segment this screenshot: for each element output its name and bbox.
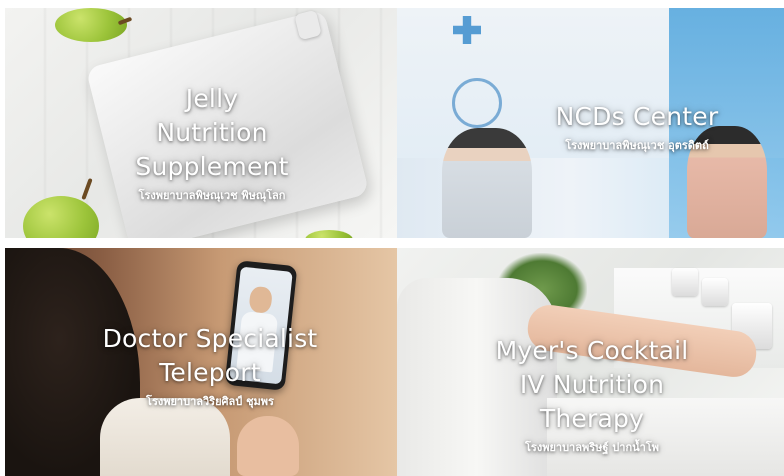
card-title-line: IV Nutrition Therapy xyxy=(519,370,665,433)
card-title-line: Jelly Nutrition xyxy=(156,84,268,147)
card-title-line: NCDs Center xyxy=(555,102,719,131)
promo-card-jelly-nutrition[interactable]: Jelly Nutrition Supplement โรงพยาบาลพิษณ… xyxy=(5,8,397,238)
card-title-line: Myer's Cocktail xyxy=(495,336,689,365)
logo-ring xyxy=(452,78,502,128)
card-title-line: Supplement xyxy=(135,152,289,181)
promo-card-myers-cocktail[interactable]: Myer's Cocktail IV Nutrition Therapy โรง… xyxy=(397,248,784,476)
card-hospital-name: โรงพยาบาลพิษณุเวช อุตรดิตถ์ xyxy=(565,139,709,152)
card-caption: Doctor Specialist Teleport โรงพยาบาลวิริ… xyxy=(100,322,320,410)
waving-hand-image xyxy=(237,416,299,476)
card-hospital-name: โรงพยาบาลพริษฐ์ ปากน้ำโพ xyxy=(525,441,659,454)
doctor-face-image xyxy=(248,285,273,314)
apple-image xyxy=(55,8,127,42)
card-caption: Jelly Nutrition Supplement โรงพยาบาลพิษณ… xyxy=(127,82,297,204)
promo-grid: Jelly Nutrition Supplement โรงพยาบาลพิษณ… xyxy=(0,0,784,476)
card-caption: Myer's Cocktail IV Nutrition Therapy โรง… xyxy=(467,334,717,456)
card-title-line: Doctor Specialist xyxy=(102,324,318,353)
jar-image xyxy=(702,278,728,306)
promo-card-doctor-teleport[interactable]: Doctor Specialist Teleport โรงพยาบาลวิริ… xyxy=(5,248,397,476)
card-hospital-name: โรงพยาบาลพิษณุเวช พิษณุโลก xyxy=(138,189,286,202)
card-hospital-name: โรงพยาบาลวิริยศิลป์ ชุมพร xyxy=(146,395,274,408)
card-caption: NCDs Center โรงพยาบาลพิษณุเวช อุตรดิตถ์ xyxy=(517,100,757,154)
promo-card-ncds-center[interactable]: NCDs Center โรงพยาบาลพิษณุเวช อุตรดิตถ์ xyxy=(397,8,784,238)
jar-image xyxy=(672,268,698,296)
card-title-line: Teleport xyxy=(159,358,261,387)
